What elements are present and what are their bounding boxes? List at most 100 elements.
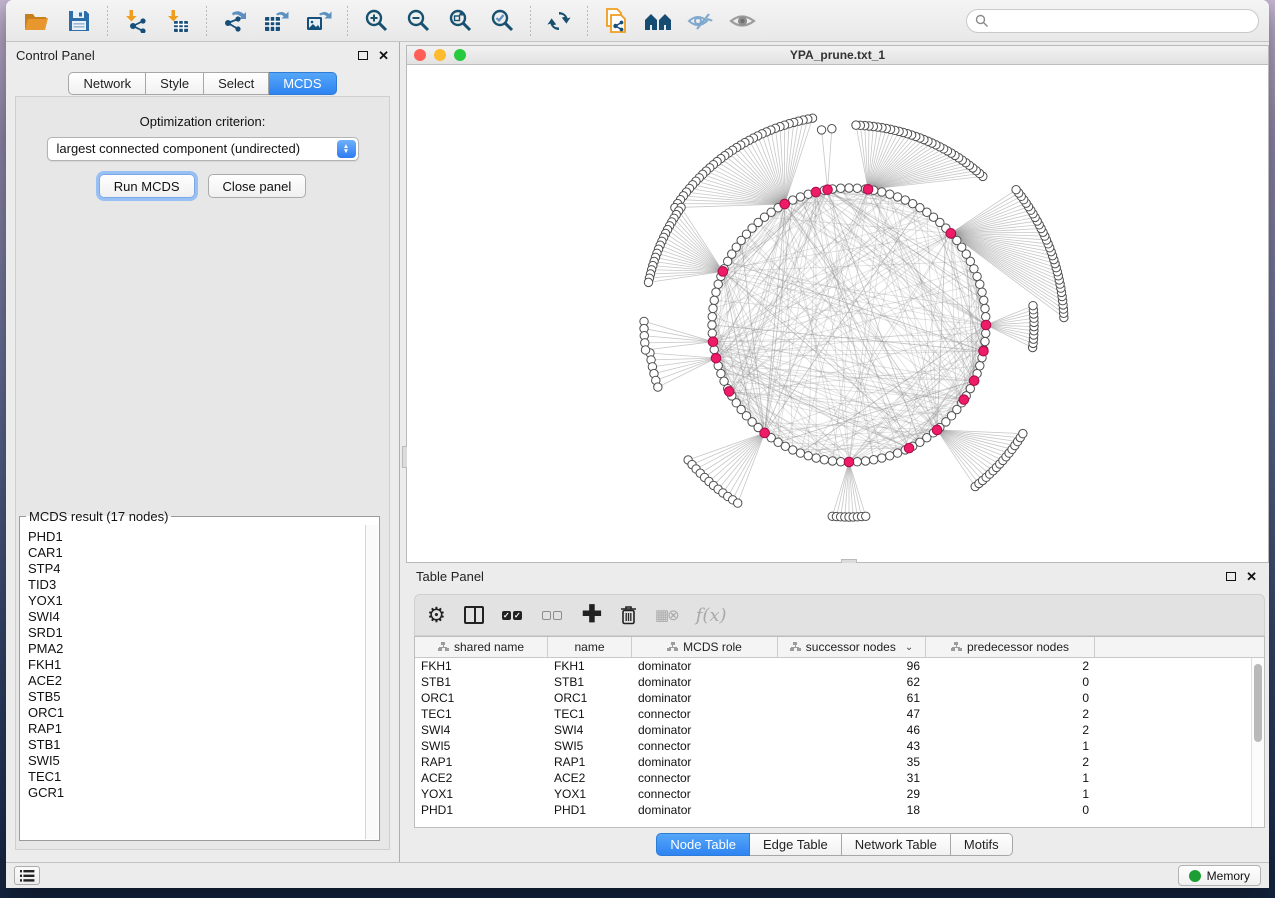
network-node[interactable] xyxy=(1029,301,1037,309)
mcds-result-item[interactable]: YOX1 xyxy=(28,593,365,609)
network-node[interactable] xyxy=(893,449,901,457)
mcds-hub-node[interactable] xyxy=(969,376,979,386)
tab-network[interactable]: Network xyxy=(68,72,146,95)
tab-motifs[interactable]: Motifs xyxy=(951,833,1013,856)
column-header-name[interactable]: name xyxy=(548,637,632,657)
split-panel-icon[interactable] xyxy=(464,606,484,624)
network-node[interactable] xyxy=(982,329,990,337)
zoom-fit-icon[interactable] xyxy=(443,6,477,36)
mcds-hub-node[interactable] xyxy=(979,346,989,356)
add-column-icon[interactable]: ✚ xyxy=(582,603,602,627)
mcds-result-item[interactable]: STB1 xyxy=(28,737,365,753)
network-node[interactable] xyxy=(981,337,989,345)
mcds-result-item[interactable]: STB5 xyxy=(28,689,365,705)
table-row[interactable]: ORC1ORC1dominator610 xyxy=(415,690,1264,706)
network-node[interactable] xyxy=(828,457,836,465)
table-row[interactable]: STB1STB1dominator620 xyxy=(415,674,1264,690)
network-node[interactable] xyxy=(978,288,986,296)
mcds-hub-node[interactable] xyxy=(811,187,821,197)
zoom-selected-icon[interactable] xyxy=(485,6,519,36)
mcds-hub-node[interactable] xyxy=(724,387,734,397)
column-header-predecessor-nodes[interactable]: predecessor nodes xyxy=(926,637,1095,657)
delete-column-icon[interactable] xyxy=(620,605,637,625)
table-row[interactable]: SWI5SWI5connector431 xyxy=(415,738,1264,754)
memory-button[interactable]: Memory xyxy=(1178,865,1261,886)
tab-node-table[interactable]: Node Table xyxy=(656,833,750,856)
close-panel-icon[interactable]: ✕ xyxy=(1246,570,1257,583)
network-node[interactable] xyxy=(708,321,716,329)
window-close-icon[interactable] xyxy=(414,49,426,61)
mcds-result-item[interactable]: ACE2 xyxy=(28,673,365,689)
network-node[interactable] xyxy=(886,452,894,460)
network-node[interactable] xyxy=(837,458,845,466)
network-node[interactable] xyxy=(1019,429,1027,437)
mcds-hub-node[interactable] xyxy=(863,185,873,195)
mcds-result-item[interactable]: PMA2 xyxy=(28,641,365,657)
save-session-icon[interactable] xyxy=(62,6,96,36)
run-mcds-button[interactable]: Run MCDS xyxy=(99,174,195,198)
network-node[interactable] xyxy=(976,362,984,370)
close-panel-button[interactable]: Close panel xyxy=(208,174,307,198)
column-header-mcds-role[interactable]: MCDS role xyxy=(632,637,778,657)
mcds-hub-node[interactable] xyxy=(780,199,790,209)
mcds-hub-node[interactable] xyxy=(981,320,991,330)
network-node[interactable] xyxy=(654,383,662,391)
mcds-result-item[interactable]: ORC1 xyxy=(28,705,365,721)
network-node[interactable] xyxy=(901,196,909,204)
mcds-hub-node[interactable] xyxy=(823,185,833,195)
zoom-in-icon[interactable] xyxy=(359,6,393,36)
mcds-result-item[interactable]: TID3 xyxy=(28,577,365,593)
network-node[interactable] xyxy=(712,288,720,296)
mcds-result-scrollbar[interactable] xyxy=(365,525,378,839)
network-node[interactable] xyxy=(1012,185,1020,193)
table-row[interactable]: TEC1TEC1connector472 xyxy=(415,706,1264,722)
network-node[interactable] xyxy=(837,184,845,192)
network-node[interactable] xyxy=(982,313,990,321)
tab-mcds[interactable]: MCDS xyxy=(269,72,336,95)
close-panel-icon[interactable]: ✕ xyxy=(378,49,389,62)
mcds-result-item[interactable]: PHD1 xyxy=(28,529,365,545)
mcds-hub-node[interactable] xyxy=(946,229,956,239)
network-node[interactable] xyxy=(893,193,901,201)
export-table-icon[interactable] xyxy=(260,6,294,36)
network-node[interactable] xyxy=(852,121,860,129)
network-canvas[interactable] xyxy=(407,65,1268,562)
window-zoom-icon[interactable] xyxy=(454,49,466,61)
show-all-icon[interactable] xyxy=(725,6,759,36)
mcds-result-item[interactable]: CAR1 xyxy=(28,545,365,561)
search-input[interactable] xyxy=(989,14,1250,28)
table-row[interactable]: FKH1FKH1dominator962 xyxy=(415,658,1264,674)
mcds-result-item[interactable]: RAP1 xyxy=(28,721,365,737)
mcds-result-item[interactable]: STP4 xyxy=(28,561,365,577)
network-node[interactable] xyxy=(734,499,742,507)
network-node[interactable] xyxy=(644,278,652,286)
network-node[interactable] xyxy=(976,280,984,288)
network-node[interactable] xyxy=(878,454,886,462)
network-node[interactable] xyxy=(853,458,861,466)
network-node[interactable] xyxy=(717,369,725,377)
network-node[interactable] xyxy=(796,193,804,201)
network-window-titlebar[interactable]: YPA_prune.txt_1 xyxy=(407,46,1268,65)
first-neighbors-icon[interactable] xyxy=(641,6,675,36)
table-row[interactable]: SWI4SWI4dominator462 xyxy=(415,722,1264,738)
network-node[interactable] xyxy=(714,280,722,288)
network-node[interactable] xyxy=(708,313,716,321)
network-node[interactable] xyxy=(862,512,870,520)
mcds-result-item[interactable]: SRD1 xyxy=(28,625,365,641)
window-minimize-icon[interactable] xyxy=(434,49,446,61)
network-node[interactable] xyxy=(709,304,717,312)
table-row[interactable]: YOX1YOX1connector291 xyxy=(415,786,1264,802)
network-node[interactable] xyxy=(804,452,812,460)
network-node[interactable] xyxy=(708,329,716,337)
network-node[interactable] xyxy=(812,454,820,462)
table-row[interactable]: PHD1PHD1dominator180 xyxy=(415,802,1264,818)
table-row[interactable]: RAP1RAP1dominator352 xyxy=(415,754,1264,770)
criterion-dropdown[interactable]: largest connected component (undirected)… xyxy=(47,137,359,161)
network-node[interactable] xyxy=(828,125,836,133)
network-node[interactable] xyxy=(796,449,804,457)
network-node[interactable] xyxy=(817,126,825,134)
mcds-result-item[interactable]: TEC1 xyxy=(28,769,365,785)
network-node[interactable] xyxy=(861,457,869,465)
zoom-out-icon[interactable] xyxy=(401,6,435,36)
mcds-hub-node[interactable] xyxy=(844,457,854,467)
